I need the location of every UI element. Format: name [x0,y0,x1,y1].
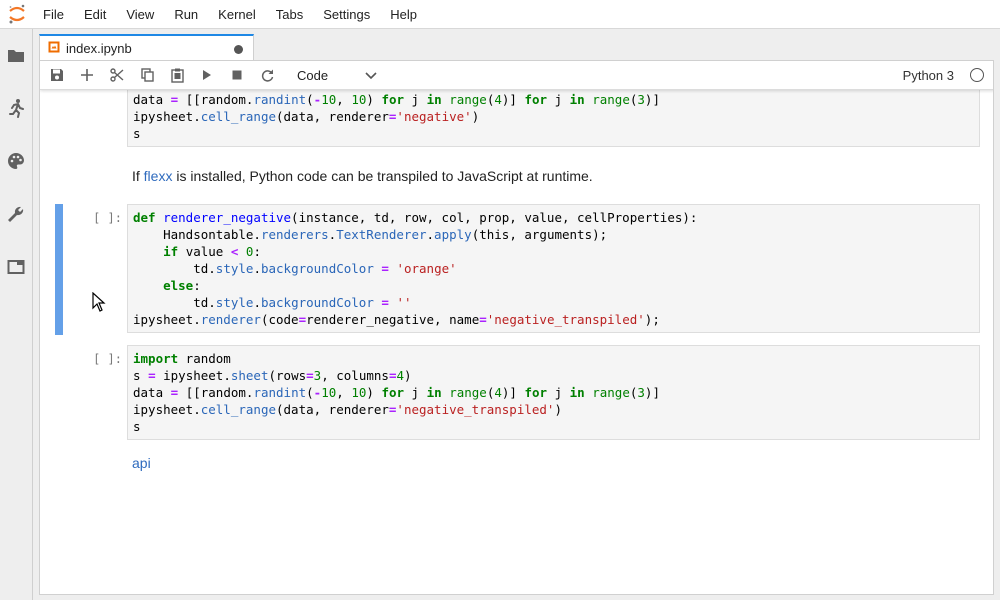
running-icon[interactable] [5,97,27,119]
flexx-link[interactable]: flexx [144,168,173,184]
cut-button[interactable] [102,61,132,89]
code-line: ipysheet.cell_range(data, renderer='nega… [133,402,562,417]
code-line: ipysheet.renderer(code=renderer_negative… [133,312,660,327]
menu-help[interactable]: Help [380,0,427,29]
tab-manager-icon[interactable] [5,256,27,278]
interrupt-button[interactable] [222,61,252,89]
code-line: if value < 0: [163,244,261,259]
folder-icon[interactable] [5,44,27,66]
code-line: s = ipysheet.sheet(rows=3, columns=4) [133,368,412,383]
run-button[interactable] [192,61,222,89]
code-line: import random [133,351,231,366]
code-editor[interactable]: s = ipysheet.sheet(rows=3, columns=4)dat… [127,90,980,147]
jupyter-logo-icon [0,0,33,29]
notebook-cells: s = ipysheet.sheet(rows=3, columns=4) dat… [40,90,993,594]
menu-view[interactable]: View [116,0,164,29]
tab-bar: index.ipynb [33,29,1000,61]
active-cell-indicator [55,204,63,335]
menu-bar: File Edit View Run Kernel Tabs Settings … [0,0,1000,29]
save-button[interactable] [42,61,72,89]
cell-prompt: [ ]: [93,211,122,225]
notebook-toolbar: Code Python 3 [40,61,993,90]
mouse-cursor-icon [92,291,106,317]
code-line: def renderer_negative(instance, td, row,… [133,210,698,225]
code-line: data = [[random.randint(-10, 10) for j i… [133,385,660,400]
code-line: td.style.backgroundColor = 'orange' [133,261,457,276]
api-link[interactable]: api [132,455,151,471]
add-cell-button[interactable] [72,61,102,89]
code-line: td.style.backgroundColor = '' [133,295,412,310]
menu-settings[interactable]: Settings [313,0,380,29]
menu-edit[interactable]: Edit [74,0,116,29]
cell-type-dropdown[interactable]: Code [297,68,377,83]
notebook-icon [48,40,60,58]
kernel-name[interactable]: Python 3 [903,68,954,83]
menu-run[interactable]: Run [164,0,208,29]
menu-tabs[interactable]: Tabs [266,0,313,29]
paste-button[interactable] [162,61,192,89]
code-line: s [133,419,141,434]
wrench-icon[interactable] [5,203,27,225]
markdown-text: If [132,168,144,184]
code-line: Handsontable.renderers.TextRenderer.appl… [133,227,608,242]
unsaved-dot-icon[interactable] [234,45,243,54]
cell-type-value: Code [297,67,329,83]
chevron-down-icon [365,68,377,83]
code-line: ipysheet.cell_range(data, renderer='nega… [133,109,480,124]
code-editor[interactable]: def renderer_negative(instance, td, row,… [127,204,980,333]
cell-prompt: [ ]: [93,352,122,366]
tab-notebook[interactable]: index.ipynb [39,34,254,61]
menu-kernel[interactable]: Kernel [208,0,266,29]
code-line: data = [[random.randint(-10, 10) for j i… [133,92,660,107]
code-line: s [133,126,141,141]
code-line: else: [163,278,201,293]
copy-button[interactable] [132,61,162,89]
main-area: index.ipynb Code Python 3 data = [[rando… [33,29,1000,600]
notebook-panel: Code Python 3 s = ipysheet.sheet(rows=3,… [39,60,994,595]
tab-title: index.ipynb [66,41,132,56]
markdown-cell: api [132,455,151,471]
markdown-text: is installed, Python code can be transpi… [172,168,593,184]
left-sidebar [0,29,33,600]
palette-icon[interactable] [5,150,27,172]
markdown-cell: If flexx is installed, Python code can b… [132,168,593,184]
restart-button[interactable] [252,61,282,89]
menu-file[interactable]: File [33,0,74,29]
code-editor[interactable]: import random s = ipysheet.sheet(rows=3, … [127,345,980,440]
kernel-status-icon [970,68,984,82]
